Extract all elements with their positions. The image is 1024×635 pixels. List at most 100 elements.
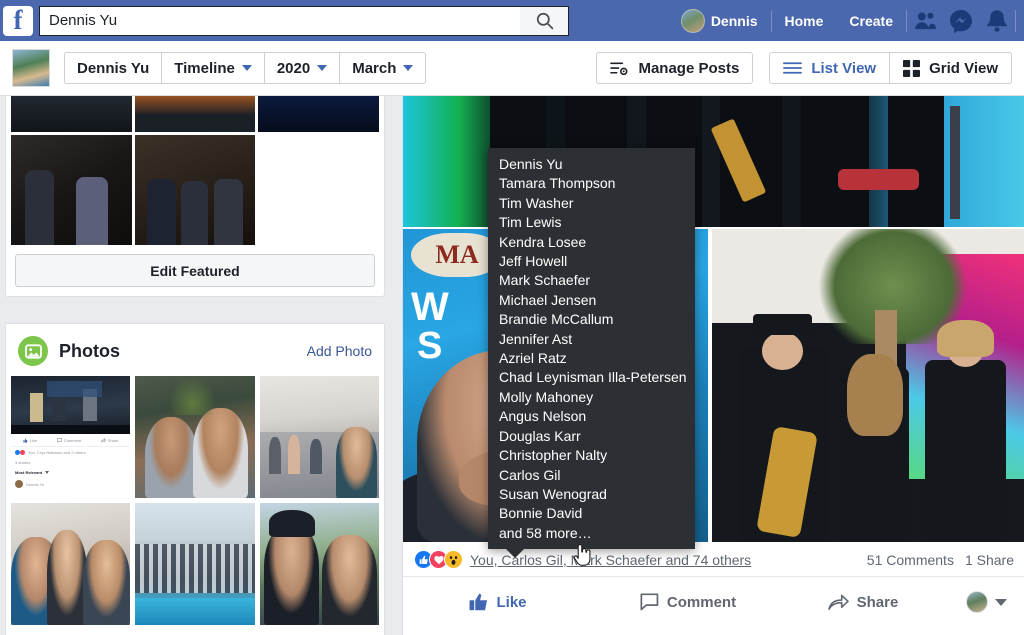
mini-commenter-avatar: [15, 480, 23, 488]
tooltip-name: Jennifer Ast: [499, 330, 573, 347]
comment-button[interactable]: Comment: [593, 585, 783, 619]
left-sidebar: Edit Featured Photos Add Photo Like Comm…: [0, 96, 390, 635]
toolbar-right-group: Manage Posts List View Grid View: [596, 52, 1012, 84]
reaction-icons-group[interactable]: [414, 550, 463, 569]
nav-profile-link[interactable]: Dennis: [668, 8, 771, 34]
search-bar[interactable]: [39, 5, 569, 36]
tooltip-name: Carlos Gil: [499, 466, 561, 483]
featured-photo-row-top: [6, 96, 384, 132]
mini-post-sort: Most Relevant: [11, 465, 130, 475]
grid-view-button[interactable]: Grid View: [890, 53, 1011, 83]
chevron-down-icon: [45, 471, 50, 474]
photos-icon: [18, 336, 48, 366]
edit-featured-button[interactable]: Edit Featured: [15, 254, 375, 287]
tooltip-name: Tamara Thompson: [499, 175, 616, 192]
person-left-head: [762, 332, 803, 370]
tooltip-arrow: [506, 549, 524, 559]
like-button[interactable]: Like: [403, 585, 593, 619]
mini-love-dot: [20, 450, 25, 455]
tooltip-more-label: and 58 more…: [499, 524, 592, 541]
tooltip-name: Mark Schaefer: [499, 272, 591, 289]
profile-avatar[interactable]: [12, 49, 50, 87]
filter-year-dropdown[interactable]: 2020: [265, 53, 341, 83]
filter-settings-icon: [610, 62, 628, 75]
comment-as-selector[interactable]: [966, 591, 1024, 613]
comment-bubble-icon: [56, 438, 62, 443]
tooltip-name: Azriel Ratz: [499, 350, 567, 367]
nav-home-link[interactable]: Home: [772, 8, 837, 34]
comments-count[interactable]: 51 Comments: [867, 552, 954, 568]
person-left-hat: [752, 313, 813, 336]
magazine-text-s: S: [417, 325, 443, 367]
profile-toolbar: Dennis Yu Timeline 2020 March Manage Pos…: [0, 41, 1024, 96]
filter-profile-name[interactable]: Dennis Yu: [65, 53, 163, 83]
thumbs-up-icon: [469, 593, 488, 611]
top-nav-right-group: Dennis Home Create: [668, 0, 1024, 41]
share-button-label: Share: [856, 593, 899, 611]
facebook-logo-icon[interactable]: f: [3, 5, 33, 36]
person-right-body: [924, 360, 1007, 542]
mini-share-action: Share: [100, 438, 119, 443]
mini-share-label: Share: [107, 438, 119, 443]
nav-create-link[interactable]: Create: [836, 8, 906, 34]
grid-view-label: Grid View: [929, 59, 998, 77]
photos-grid: Like Comment Share You, Crys Niebaum and…: [6, 376, 384, 630]
mini-shares-text: 3 shares: [15, 460, 31, 465]
mini-post-comment-row: Dennis Yu: [11, 475, 130, 488]
magazine-text-w: W: [411, 285, 449, 329]
list-view-button[interactable]: List View: [770, 53, 891, 83]
photo-frame-icon: [24, 343, 42, 359]
nav-profile-avatar: [680, 8, 705, 33]
photo-thumbnail[interactable]: [259, 376, 379, 498]
post-media-bottom-right[interactable]: [712, 229, 1024, 542]
featured-photos-card: Edit Featured: [5, 96, 385, 297]
mini-comment-label: Comment: [63, 438, 82, 443]
manage-posts-button[interactable]: Manage Posts: [596, 52, 754, 84]
mini-post-reactions: You, Crys Niebaum and 2 others: [11, 447, 130, 455]
featured-photo-thumb[interactable]: [11, 135, 132, 245]
group-photo: [712, 229, 1024, 542]
mini-post-image: [11, 376, 131, 434]
photo-thumbnail[interactable]: [259, 503, 379, 625]
photo-thumbnail[interactable]: [135, 503, 255, 625]
timeline-filter-group: Dennis Yu Timeline 2020 March: [64, 52, 427, 84]
search-button[interactable]: [520, 6, 568, 35]
featured-photo-thumb[interactable]: [134, 135, 256, 245]
wow-reaction-icon: [444, 550, 463, 569]
chevron-down-icon: [317, 65, 328, 71]
post-action-bar: Like Comment Share: [403, 578, 1024, 626]
chevron-down-icon: [995, 598, 1007, 606]
photo-thumbnail[interactable]: [135, 376, 255, 498]
tooltip-name: Susan Wenograd: [499, 485, 607, 502]
photo-thumbnail[interactable]: Like Comment Share You, Crys Niebaum and…: [11, 376, 131, 498]
filter-month-dropdown[interactable]: March: [340, 53, 425, 83]
featured-photo-thumb[interactable]: [134, 96, 256, 132]
chevron-down-icon: [241, 65, 252, 71]
filter-month-label: March: [352, 59, 397, 77]
chevron-down-icon: [403, 65, 414, 71]
filter-year-label: 2020: [276, 59, 311, 77]
notifications-button[interactable]: [979, 7, 1015, 35]
grid-icon: [903, 59, 921, 77]
share-button[interactable]: Share: [783, 585, 943, 619]
messenger-button[interactable]: [943, 7, 979, 35]
add-photo-link[interactable]: Add Photo: [307, 343, 372, 359]
tooltip-name: Tim Washer: [499, 194, 574, 211]
mini-reactions-text: You, Crys Niebaum and 2 others: [28, 450, 86, 455]
mini-commenter-name: Dennis Yu: [26, 481, 45, 487]
filter-timeline-dropdown[interactable]: Timeline: [162, 53, 265, 83]
friend-requests-icon: [914, 11, 936, 29]
featured-photo-thumb[interactable]: [11, 96, 132, 132]
tooltip-name: Christopher Nalty: [499, 447, 608, 464]
search-icon: [536, 12, 553, 30]
mini-comment-action: Comment: [56, 438, 82, 443]
search-input[interactable]: [40, 7, 520, 34]
friend-requests-button[interactable]: [907, 7, 943, 35]
featured-photo-thumb[interactable]: [258, 96, 379, 132]
facebook-top-navigation-bar: f Dennis Home Create: [0, 0, 1024, 41]
photo-thumbnail[interactable]: [11, 503, 131, 625]
reactions-names-tooltip: Dennis Yu Tamara Thompson Tim Washer Tim…: [488, 148, 695, 559]
filter-timeline-label: Timeline: [174, 59, 235, 77]
shares-count[interactable]: 1 Share: [965, 552, 1014, 568]
tooltip-name: Jeff Howell: [499, 253, 568, 270]
